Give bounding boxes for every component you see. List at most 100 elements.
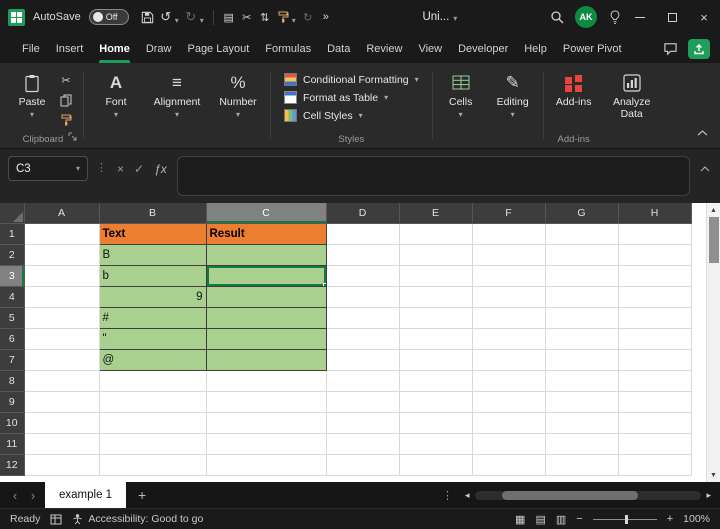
editing-button[interactable]: ✎ Editing ▾ — [489, 67, 537, 133]
cell-A2[interactable] — [24, 244, 100, 266]
analyze-data-button[interactable]: Analyze Data — [604, 67, 660, 133]
cell-B8[interactable] — [99, 370, 207, 392]
minimize-button[interactable] — [624, 0, 656, 34]
cell-G12[interactable] — [545, 454, 619, 476]
tab-review[interactable]: Review — [358, 34, 410, 63]
close-button[interactable]: × — [688, 0, 720, 34]
previous-sheet-icon[interactable]: ‹ — [6, 482, 24, 508]
cell-B4[interactable]: 9 — [98, 286, 207, 308]
tab-home[interactable]: Home — [91, 34, 138, 63]
cell-D1[interactable] — [326, 223, 400, 245]
cell-F4[interactable] — [472, 286, 546, 308]
number-button[interactable]: % Number ▾ — [212, 67, 264, 133]
cell-B12[interactable] — [99, 454, 207, 476]
cell-E8[interactable] — [399, 370, 473, 392]
vertical-scrollbar-thumb[interactable] — [708, 217, 719, 263]
cell-F11[interactable] — [472, 433, 546, 455]
cell-C6[interactable] — [206, 328, 327, 350]
cell-H4[interactable] — [618, 286, 692, 308]
normal-view-icon[interactable]: ▦ — [515, 513, 525, 526]
cell-C11[interactable] — [206, 433, 327, 455]
undo-icon[interactable]: ↺ — [157, 5, 175, 29]
row-header-12[interactable]: 12 — [0, 454, 25, 476]
cell-F9[interactable] — [472, 391, 546, 413]
row-header-7[interactable]: 7 — [0, 349, 25, 371]
cell-B7[interactable]: @ — [98, 349, 207, 371]
cell-D5[interactable] — [326, 307, 400, 329]
collapse-ribbon-icon[interactable] — [697, 123, 708, 141]
format-as-table-button[interactable]: Format as Table ▾ — [277, 89, 426, 106]
sort-icon[interactable]: ⇅ — [256, 5, 274, 29]
cell-C3[interactable] — [206, 265, 327, 287]
column-header-G[interactable]: G — [545, 203, 619, 224]
row-header-1[interactable]: 1 — [0, 223, 25, 245]
cell-E5[interactable] — [399, 307, 473, 329]
cell-H10[interactable] — [618, 412, 692, 434]
row-header-4[interactable]: 4 — [0, 286, 25, 308]
cell-F2[interactable] — [472, 244, 546, 266]
cell-F10[interactable] — [472, 412, 546, 434]
cell-B11[interactable] — [99, 433, 207, 455]
cell-D12[interactable] — [326, 454, 400, 476]
cell-H12[interactable] — [618, 454, 692, 476]
tab-file[interactable]: File — [14, 34, 48, 63]
cell-C9[interactable] — [206, 391, 327, 413]
accessibility-status[interactable]: Accessibility: Good to go — [72, 513, 203, 525]
cell-A11[interactable] — [24, 433, 100, 455]
sheet-tab-example-1[interactable]: example 1 — [45, 482, 127, 508]
insert-function-icon[interactable]: ƒx — [154, 162, 167, 176]
cell-B3[interactable]: b — [98, 265, 207, 287]
cell-H8[interactable] — [618, 370, 692, 392]
formula-input[interactable] — [176, 156, 690, 196]
cell-F3[interactable] — [472, 265, 546, 287]
cell-E4[interactable] — [399, 286, 473, 308]
cell-H9[interactable] — [618, 391, 692, 413]
cell-C7[interactable] — [206, 349, 327, 371]
cell-G7[interactable] — [545, 349, 619, 371]
cell-F5[interactable] — [472, 307, 546, 329]
clipboard-icon[interactable]: ▤ — [220, 5, 238, 29]
conditional-formatting-button[interactable]: Conditional Formatting ▾ — [277, 71, 426, 88]
cell-C1[interactable]: Result — [206, 222, 327, 245]
cell-A1[interactable] — [24, 223, 100, 245]
column-header-H[interactable]: H — [618, 203, 692, 224]
cell-C5[interactable] — [206, 307, 327, 329]
horizontal-scrollbar-thumb[interactable] — [501, 490, 638, 500]
name-box[interactable]: C3 ▾ — [8, 156, 88, 181]
cell-G6[interactable] — [545, 328, 619, 350]
tab-data[interactable]: Data — [319, 34, 358, 63]
zoom-out-icon[interactable]: − — [576, 513, 582, 525]
cell-D3[interactable] — [326, 265, 400, 287]
row-header-8[interactable]: 8 — [0, 370, 25, 392]
cell-F1[interactable] — [472, 223, 546, 245]
cell-A10[interactable] — [24, 412, 100, 434]
cell-D9[interactable] — [326, 391, 400, 413]
cell-D7[interactable] — [326, 349, 400, 371]
cell-F8[interactable] — [472, 370, 546, 392]
cell-G3[interactable] — [545, 265, 619, 287]
cell-C8[interactable] — [206, 370, 327, 392]
cell-G10[interactable] — [545, 412, 619, 434]
comments-icon[interactable] — [663, 42, 678, 56]
cell-B1[interactable]: Text — [98, 222, 207, 245]
alignment-button[interactable]: ≡ Alignment ▾ — [148, 67, 206, 133]
autosave-toggle[interactable]: Off — [88, 9, 129, 25]
select-all-corner[interactable] — [0, 203, 25, 224]
row-header-10[interactable]: 10 — [0, 412, 25, 434]
cell-D4[interactable] — [326, 286, 400, 308]
cell-C4[interactable] — [206, 286, 327, 308]
cell-D10[interactable] — [326, 412, 400, 434]
row-header-2[interactable]: 2 — [0, 244, 25, 266]
tab-developer[interactable]: Developer — [450, 34, 516, 63]
cell-G4[interactable] — [545, 286, 619, 308]
cell-A3[interactable] — [24, 265, 100, 287]
cell-E7[interactable] — [399, 349, 473, 371]
vertical-scrollbar[interactable]: ▲ ▼ — [706, 203, 720, 482]
cell-G5[interactable] — [545, 307, 619, 329]
zoom-level[interactable]: 100% — [683, 513, 710, 525]
search-icon[interactable] — [548, 5, 566, 29]
cell-B5[interactable]: # — [98, 307, 207, 329]
cell-C2[interactable] — [206, 244, 327, 266]
avatar[interactable]: AK — [575, 6, 598, 28]
row-header-6[interactable]: 6 — [0, 328, 25, 350]
